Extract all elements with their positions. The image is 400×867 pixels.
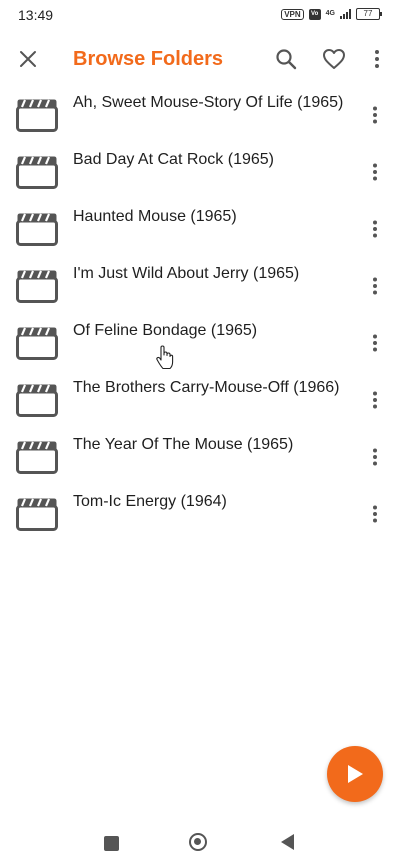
volte-icon: Vo xyxy=(308,8,321,20)
row-more-button[interactable] xyxy=(362,497,388,531)
app-bar: Browse Folders xyxy=(0,34,400,84)
back-button[interactable] xyxy=(281,834,294,850)
more-vertical-icon xyxy=(373,163,377,181)
favorite-button[interactable] xyxy=(314,34,354,84)
folder-label: Tom-Ic Energy (1964) xyxy=(73,493,227,510)
signal-icon xyxy=(340,9,351,19)
folder-label: The Brothers Carry-Mouse-Off (1966) xyxy=(73,379,340,396)
row-more-button[interactable] xyxy=(362,383,388,417)
play-icon xyxy=(348,765,363,783)
folder-label: The Year Of The Mouse (1965) xyxy=(73,436,294,453)
folder-label: Ah, Sweet Mouse-Story Of Life (1965) xyxy=(73,94,344,111)
more-vertical-icon xyxy=(373,106,377,124)
recents-button[interactable] xyxy=(104,836,119,851)
more-vertical-icon xyxy=(373,334,377,352)
hand-cursor-icon xyxy=(156,345,174,370)
search-icon xyxy=(276,49,297,70)
more-vertical-icon xyxy=(373,505,377,523)
battery-icon: 77 xyxy=(356,8,382,20)
list-item[interactable]: Haunted Mouse (1965) xyxy=(0,200,400,257)
close-icon xyxy=(20,51,36,67)
status-icons: VPN Vo 4G 77 xyxy=(281,8,382,20)
folder-label: Of Feline Bondage (1965) xyxy=(73,322,258,339)
video-folder-icon xyxy=(16,498,58,531)
close-button[interactable] xyxy=(8,34,48,84)
video-folder-icon xyxy=(16,156,58,189)
more-vertical-icon xyxy=(373,220,377,238)
list-item[interactable]: Ah, Sweet Mouse-Story Of Life (1965) xyxy=(0,86,400,143)
folder-label: I'm Just Wild About Jerry (1965) xyxy=(73,265,300,282)
vpn-badge: VPN xyxy=(281,8,304,20)
row-more-button[interactable] xyxy=(362,98,388,132)
more-vertical-icon xyxy=(373,391,377,409)
list-item[interactable]: The Year Of The Mouse (1965) xyxy=(0,428,400,485)
video-folder-icon xyxy=(16,213,58,246)
status-time: 13:49 xyxy=(18,7,54,23)
video-folder-icon xyxy=(16,441,58,474)
page-title: Browse Folders xyxy=(73,48,224,70)
status-bar: 13:49 VPN Vo 4G 77 xyxy=(0,0,400,30)
folder-label: Haunted Mouse (1965) xyxy=(73,208,237,225)
play-button[interactable] xyxy=(327,746,383,802)
network-type: 4G xyxy=(325,10,335,17)
video-folder-icon xyxy=(16,99,58,132)
list-item[interactable]: Of Feline Bondage (1965) xyxy=(0,314,400,371)
home-button[interactable] xyxy=(189,833,207,851)
row-more-button[interactable] xyxy=(362,326,388,360)
row-more-button[interactable] xyxy=(362,155,388,189)
video-folder-icon xyxy=(16,270,58,303)
folder-label: Bad Day At Cat Rock (1965) xyxy=(73,151,274,168)
navigation-bar xyxy=(0,820,400,867)
video-folder-icon xyxy=(16,384,58,417)
heart-icon xyxy=(323,49,345,69)
list-item[interactable]: Bad Day At Cat Rock (1965) xyxy=(0,143,400,200)
search-button[interactable] xyxy=(266,34,306,84)
more-vertical-icon xyxy=(375,50,379,68)
row-more-button[interactable] xyxy=(362,440,388,474)
row-more-button[interactable] xyxy=(362,212,388,246)
list-item[interactable]: I'm Just Wild About Jerry (1965) xyxy=(0,257,400,314)
list-item[interactable]: The Brothers Carry-Mouse-Off (1966) xyxy=(0,371,400,428)
list-item[interactable]: Tom-Ic Energy (1964) xyxy=(0,485,400,542)
more-vertical-icon xyxy=(373,277,377,295)
more-options-button[interactable] xyxy=(357,34,397,84)
more-vertical-icon xyxy=(373,448,377,466)
row-more-button[interactable] xyxy=(362,269,388,303)
folder-list: Ah, Sweet Mouse-Story Of Life (1965) Bad… xyxy=(0,86,400,542)
video-folder-icon xyxy=(16,327,58,360)
